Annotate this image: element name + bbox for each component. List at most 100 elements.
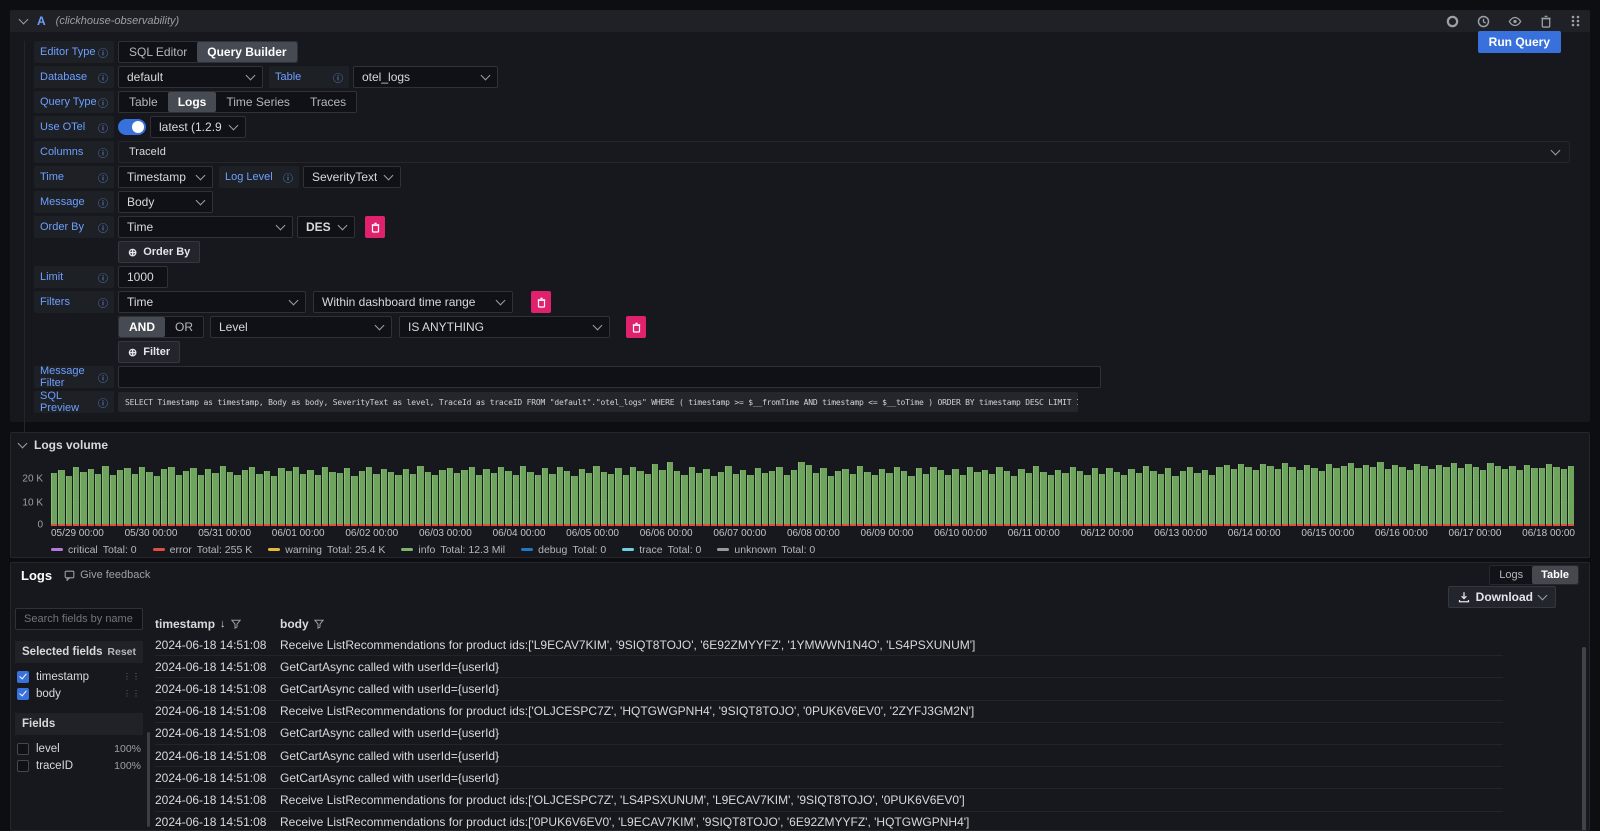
volume-bar: [725, 466, 731, 526]
order-by-field-select[interactable]: Time: [118, 216, 293, 238]
drag-handle-icon[interactable]: [1570, 14, 1580, 28]
checkbox-unchecked[interactable]: [17, 760, 29, 772]
limit-row: Limitⓘ: [34, 266, 1590, 288]
volume-bar: [1077, 471, 1083, 526]
volume-bar: [1333, 468, 1339, 526]
hide-response-eye-icon[interactable]: [1508, 15, 1522, 28]
editor-type-option-sql-editor[interactable]: SQL Editor: [119, 42, 197, 62]
query-type-option-traces[interactable]: Traces: [300, 92, 356, 112]
collapse-chevron-icon[interactable]: [18, 438, 28, 448]
volume-bar: [674, 471, 680, 526]
x-tick: 06/01 00:00: [272, 528, 325, 539]
filter1-operator-select[interactable]: Within dashboard time range: [313, 291, 513, 313]
legend-item-debug[interactable]: debugTotal: 0: [521, 544, 606, 556]
sql-preview-label: SQL Previewⓘ: [34, 391, 114, 413]
volume-bar: [1414, 464, 1420, 526]
query-type-option-logs[interactable]: Logs: [168, 92, 217, 112]
filter2-field-select[interactable]: Level: [210, 316, 392, 338]
volume-bar: [579, 469, 585, 526]
remove-filter1-button[interactable]: [531, 291, 551, 313]
reset-fields-button[interactable]: Reset: [107, 646, 136, 658]
database-label: Databaseⓘ: [34, 66, 114, 88]
legend-item-trace[interactable]: trace Total: 0: [622, 544, 701, 556]
add-order-by-row: ⊕Order By: [118, 241, 1590, 263]
volume-bar: [879, 469, 885, 526]
search-fields-input[interactable]: [15, 608, 143, 630]
time-column-select[interactable]: Timestamp: [118, 166, 213, 188]
volume-bar: [593, 466, 599, 526]
volume-bar: [139, 467, 145, 526]
limit-input[interactable]: [118, 266, 168, 288]
help-icon[interactable]: [1446, 15, 1459, 28]
legend-series-name: trace: [639, 544, 662, 556]
legend-item-warning[interactable]: warningTotal: 25.4 K: [268, 544, 385, 556]
x-tick: 06/17 00:00: [1449, 528, 1502, 539]
use-otel-toggle[interactable]: [118, 119, 146, 135]
volume-bar: [542, 468, 548, 526]
volume-bar: [659, 470, 665, 527]
timestamp-cell: 2024-06-18 14:51:08: [155, 749, 280, 763]
view-toggle-option-logs[interactable]: Logs: [1490, 566, 1532, 584]
remove-filter2-button[interactable]: [626, 316, 646, 338]
x-tick: 06/15 00:00: [1301, 528, 1354, 539]
view-toggle-option-table[interactable]: Table: [1532, 566, 1578, 584]
chevron-down-icon: [375, 320, 385, 330]
volume-bar: [1150, 471, 1156, 526]
editor-type-option-query-builder[interactable]: Query Builder: [197, 42, 296, 62]
table-select[interactable]: otel_logs: [353, 66, 498, 88]
query-type-option-table[interactable]: Table: [119, 92, 168, 112]
volume-bar: [901, 471, 907, 526]
drag-handle-icon[interactable]: ⋮⋮: [123, 692, 141, 696]
editor-type-radio-group: SQL EditorQuery Builder: [118, 41, 298, 63]
filter-bool-option-and[interactable]: AND: [119, 317, 165, 337]
legend-item-unknown[interactable]: unknownTotal: 0: [717, 544, 815, 556]
filter1-field-select[interactable]: Time: [118, 291, 306, 313]
body-column-header[interactable]: body: [280, 617, 1503, 631]
checkbox-checked[interactable]: [17, 671, 29, 683]
log-level-select[interactable]: SeverityText: [303, 166, 401, 188]
filter-funnel-icon[interactable]: [231, 619, 241, 629]
history-icon[interactable]: [1477, 15, 1490, 28]
volume-bar: [242, 470, 248, 526]
volume-bar: [623, 475, 629, 526]
filter-bool-option-or[interactable]: OR: [165, 317, 203, 337]
otel-version-select[interactable]: latest (1.2.9): [150, 116, 246, 138]
sidebar-scrollbar[interactable]: [147, 732, 150, 827]
add-filter-button[interactable]: ⊕Filter: [118, 341, 180, 363]
timestamp-column-header[interactable]: timestamp ↓: [155, 617, 280, 631]
columns-multiselect[interactable]: TraceId: [118, 141, 1570, 163]
add-order-by-button[interactable]: ⊕Order By: [118, 241, 200, 263]
legend-item-error[interactable]: errorTotal: 255 K: [153, 544, 253, 556]
sort-desc-icon[interactable]: ↓: [220, 618, 226, 630]
volume-bar: [1348, 463, 1354, 527]
filters-label: Filtersⓘ: [34, 291, 114, 313]
remove-order-by-button[interactable]: [365, 216, 385, 238]
query-type-option-time-series[interactable]: Time Series: [216, 92, 300, 112]
run-query-button[interactable]: Run Query: [1478, 31, 1561, 53]
volume-bar: [51, 473, 57, 526]
logs-table-scrollbar[interactable]: [1582, 647, 1586, 831]
legend-item-critical[interactable]: criticalTotal: 0: [51, 544, 137, 556]
volume-bar: [1399, 467, 1405, 527]
filter-funnel-icon[interactable]: [314, 619, 324, 629]
collapse-chevron-icon[interactable]: [19, 14, 29, 24]
message-column-select[interactable]: Body: [118, 191, 213, 213]
legend-item-info[interactable]: infoTotal: 12.3 Mil: [401, 544, 505, 556]
filter2-operator-select[interactable]: IS ANYTHING: [399, 316, 610, 338]
database-select[interactable]: default: [118, 66, 263, 88]
remove-query-trash-icon[interactable]: [1540, 15, 1552, 28]
volume-bar: [322, 467, 328, 527]
volume-bar: [161, 469, 167, 526]
volume-bar: [439, 470, 445, 526]
y-tick-20k: 20 K: [22, 474, 43, 485]
message-filter-input[interactable]: [118, 366, 1101, 388]
checkbox-unchecked[interactable]: [17, 743, 29, 755]
volume-bar: [337, 473, 343, 526]
field-name: level: [36, 743, 107, 755]
volume-bar: [652, 464, 658, 527]
give-feedback-link[interactable]: Give feedback: [64, 569, 150, 581]
order-by-direction-select[interactable]: DESC: [297, 216, 355, 238]
legend-series-total: Total: 0: [668, 544, 702, 556]
checkbox-checked[interactable]: [17, 688, 29, 700]
drag-handle-icon[interactable]: ⋮⋮: [123, 675, 141, 679]
